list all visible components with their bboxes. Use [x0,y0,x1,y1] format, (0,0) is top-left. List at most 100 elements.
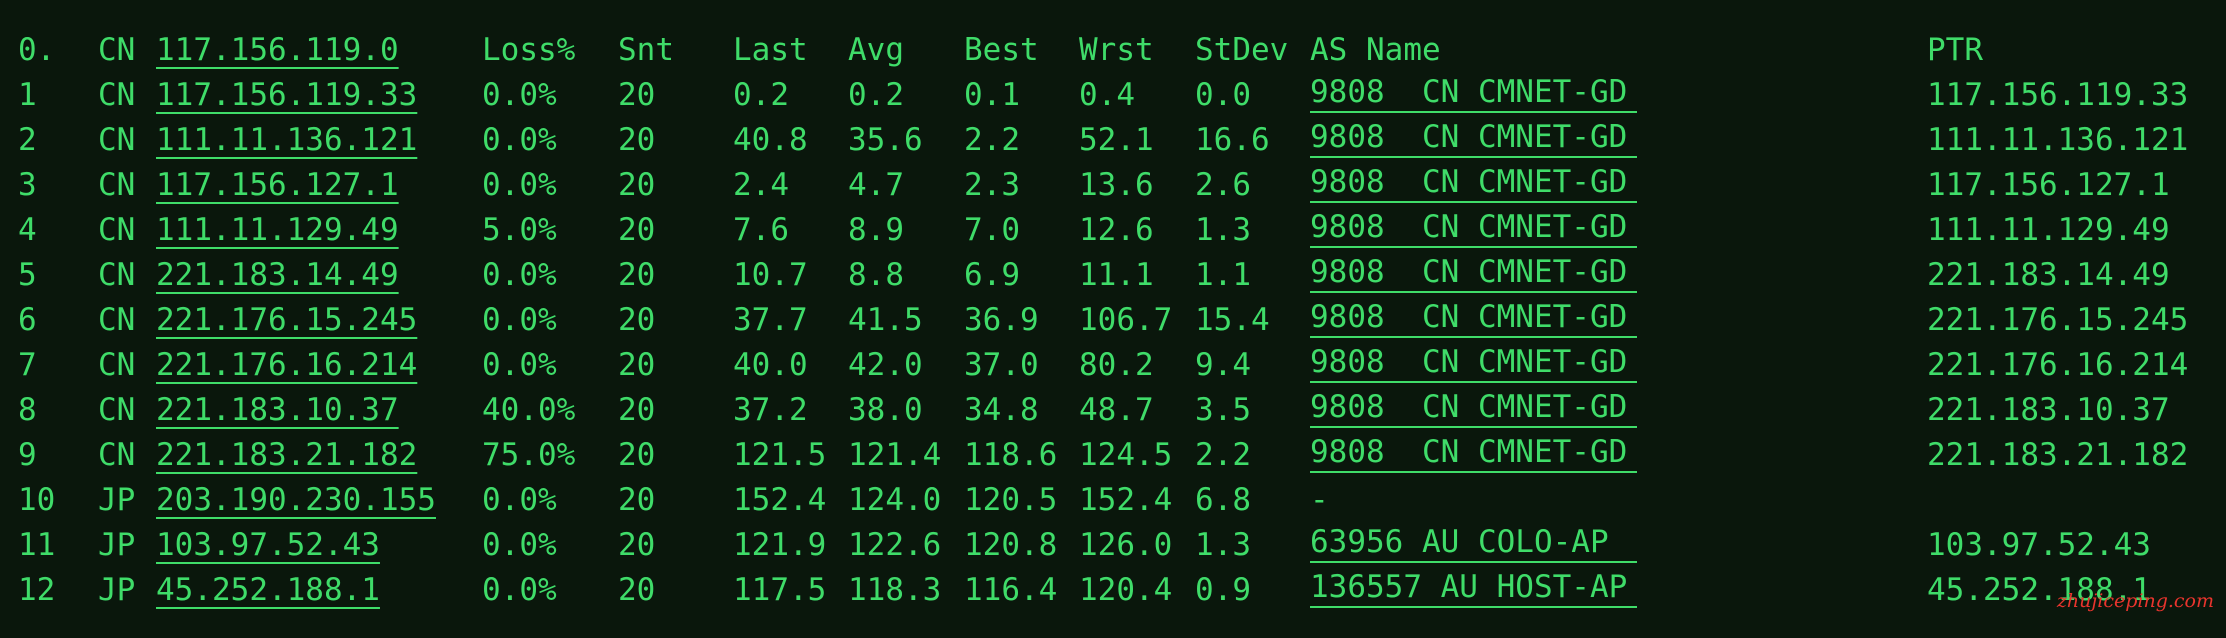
last-header: Last [733,32,808,68]
last-value: 40.8 [733,122,808,158]
hop-number: 8 [18,392,37,428]
loss-value: 5.0% [482,212,557,248]
hop-ip-link[interactable]: 221.183.10.37 [156,388,399,433]
loss-value: 0.0% [482,302,557,338]
table-row: 10 JP 203.190.230.155 0.0% 20 152.4 124.… [0,478,2226,523]
avg-value: 118.3 [848,572,942,608]
hop-number: 4 [18,212,37,248]
as-name-link[interactable]: 136557 AU HOST-AP [1310,568,1637,608]
avg-value: 121.4 [848,437,942,473]
stdev-value: 2.6 [1195,167,1251,203]
ptr-value: 221.176.16.214 [1927,347,2189,383]
loss-value: 0.0% [482,167,557,203]
worst-value: 120.4 [1079,572,1173,608]
table-row: 11 JP 103.97.52.43 0.0% 20 121.9 122.6 1… [0,523,2226,568]
as-name-link[interactable]: 9808 CN CMNET-GD [1310,298,1637,338]
last-value: 37.7 [733,302,808,338]
ptr-value: 111.11.136.121 [1927,122,2189,158]
as-name-link[interactable]: 9808 CN CMNET-GD [1310,163,1637,203]
hop-ip-link[interactable]: 117.156.119.33 [156,73,417,118]
table-row: 3 CN 117.156.127.1 0.0% 20 2.4 4.7 2.3 1… [0,163,2226,208]
ptr-header: PTR [1927,32,1983,68]
sent-value: 20 [618,257,656,293]
worst-header: Wrst [1079,32,1154,68]
last-value: 117.5 [733,572,827,608]
table-row: 1 CN 117.156.119.33 0.0% 20 0.2 0.2 0.1 … [0,73,2226,118]
as-name-link[interactable]: 9808 CN CMNET-GD [1310,253,1637,293]
ptr-value: 221.183.10.37 [1927,392,2170,428]
avg-value: 42.0 [848,347,923,383]
table-row: 4 CN 111.11.129.49 5.0% 20 7.6 8.9 7.0 1… [0,208,2226,253]
country-code-header: CN [98,32,136,68]
worst-value: 152.4 [1079,482,1173,518]
ptr-value: 117.156.127.1 [1927,167,2170,203]
hop-number: 3 [18,167,37,203]
hop-ip-link[interactable]: 117.156.127.1 [156,163,399,208]
avg-value: 0.2 [848,77,904,113]
hop-ip-link[interactable]: 221.183.14.49 [156,253,399,298]
last-value: 2.4 [733,167,789,203]
sent-value: 20 [618,302,656,338]
stdev-value: 15.4 [1195,302,1270,338]
worst-value: 124.5 [1079,437,1173,473]
hop-ip-link[interactable]: 111.11.129.49 [156,208,399,253]
hop-ip-link[interactable]: 45.252.188.1 [156,568,380,613]
avg-value: 8.8 [848,257,904,293]
hop-ip-link[interactable]: 111.11.136.121 [156,118,417,163]
country-code: CN [98,392,136,428]
best-value: 0.1 [964,77,1020,113]
sent-value: 20 [618,167,656,203]
loss-value: 0.0% [482,122,557,158]
ptr-value: 221.183.21.182 [1927,437,2189,473]
last-value: 121.9 [733,527,827,563]
avg-value: 41.5 [848,302,923,338]
country-code: CN [98,302,136,338]
sent-value: 20 [618,122,656,158]
stdev-value: 6.8 [1195,482,1251,518]
as-name-link[interactable]: 9808 CN CMNET-GD [1310,388,1637,428]
worst-value: 13.6 [1079,167,1154,203]
loss-value: 75.0% [482,437,576,473]
as-name-link[interactable]: 9808 CN CMNET-GD [1310,73,1637,113]
stdev-value: 1.1 [1195,257,1251,293]
loss-value: 0.0% [482,527,557,563]
as-name-header: AS Name [1310,32,1441,68]
hop-ip-link[interactable]: 221.183.21.182 [156,433,417,478]
worst-value: 0.4 [1079,77,1135,113]
best-value: 118.6 [964,437,1058,473]
hop-number: 9 [18,437,37,473]
as-name-link[interactable]: 63956 AU COLO-AP [1310,523,1637,563]
hop-number: 7 [18,347,37,383]
site-watermark: zhujiceping.com [2056,590,2214,612]
stdev-value: 2.2 [1195,437,1251,473]
as-name-link[interactable]: 9808 CN CMNET-GD [1310,118,1637,158]
country-code: CN [98,122,136,158]
avg-value: 35.6 [848,122,923,158]
hop-number: 6 [18,302,37,338]
as-name-link[interactable]: 9808 CN CMNET-GD [1310,343,1637,383]
last-value: 10.7 [733,257,808,293]
hop-header: 0. [18,32,56,68]
sent-value: 20 [618,347,656,383]
avg-value: 8.9 [848,212,904,248]
best-value: 7.0 [964,212,1020,248]
loss-value: 0.0% [482,347,557,383]
hop-ip-link[interactable]: 203.190.230.155 [156,478,436,523]
hop-ip-link[interactable]: 221.176.16.214 [156,343,417,388]
sent-value: 20 [618,572,656,608]
country-code: JP [98,482,136,518]
as-name-link[interactable]: 9808 CN CMNET-GD [1310,433,1637,473]
ptr-value: 103.97.52.43 [1927,527,2151,563]
best-value: 120.8 [964,527,1058,563]
ptr-value: 221.183.14.49 [1927,257,2170,293]
target-ip-link[interactable]: 117.156.119.0 [156,28,399,73]
hop-ip-link[interactable]: 103.97.52.43 [156,523,380,568]
best-value: 36.9 [964,302,1039,338]
stdev-header: StDev [1195,32,1289,68]
table-row: 12 JP 45.252.188.1 0.0% 20 117.5 118.3 1… [0,568,2226,613]
hop-ip-link[interactable]: 221.176.15.245 [156,298,417,343]
loss-value: 0.0% [482,572,557,608]
as-name-link[interactable]: 9808 CN CMNET-GD [1310,208,1637,248]
avg-header: Avg [848,32,904,68]
country-code: CN [98,257,136,293]
